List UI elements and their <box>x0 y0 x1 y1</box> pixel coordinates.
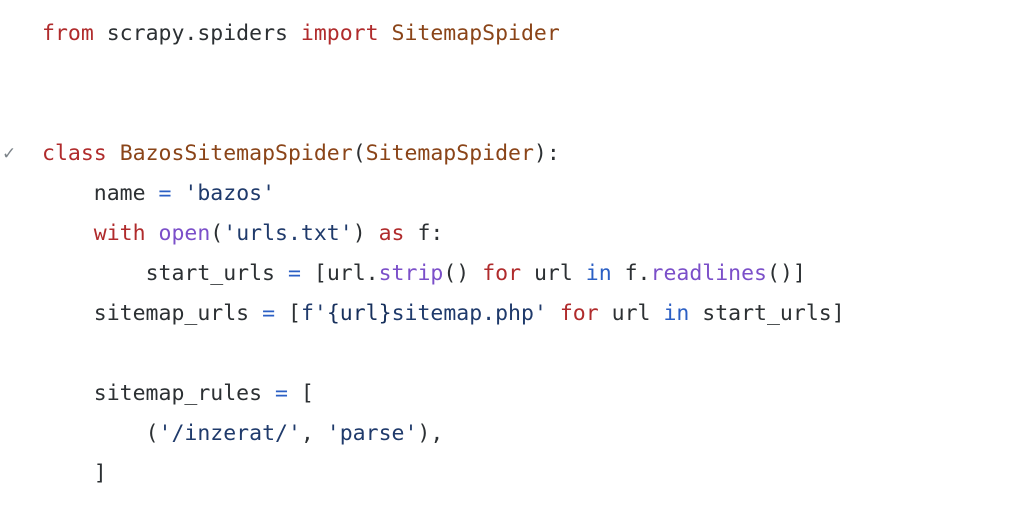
code-token-punct: ()] <box>767 261 806 286</box>
run-class-checkmark[interactable]: ✓ <box>2 134 28 174</box>
code-token-op: = <box>262 301 276 326</box>
code-token-builtin: readlines <box>650 261 768 286</box>
code-token-op: = <box>287 261 301 286</box>
code-line[interactable]: ('/inzerat/', 'parse'), <box>0 414 1022 454</box>
code-token-kw: class <box>42 141 107 166</box>
code-token-plain: scrapy.spiders <box>106 21 288 46</box>
code-line[interactable]: sitemap_urls = [f'{url}sitemap.php' for … <box>0 294 1022 334</box>
code-token-class: BazosSitemapSpider <box>119 141 353 166</box>
code-editor[interactable]: from scrapy.spiders import SitemapSpider… <box>0 0 1022 516</box>
code-token-builtin: strip <box>378 261 444 286</box>
code-line-text: ] <box>42 461 107 486</box>
code-token-plain: sitemap_rules <box>93 381 263 406</box>
code-token-op: = <box>275 381 288 406</box>
code-token-punct: ): <box>533 141 560 166</box>
code-line[interactable] <box>0 54 1022 94</box>
code-token-plain: f. <box>611 261 651 286</box>
code-token-plain: [url. <box>313 261 379 286</box>
code-token-str: 'parse' <box>326 421 418 446</box>
code-lines-container[interactable]: from scrapy.spiders import SitemapSpider… <box>0 14 1022 494</box>
code-token-op: in <box>585 261 612 286</box>
code-token-punct: , <box>300 421 327 446</box>
code-token-str: sitemap.php' <box>391 301 547 326</box>
code-token-str: 'urls.txt' <box>223 221 353 246</box>
code-token-kw: for <box>559 301 599 326</box>
code-token-punct: ] <box>93 461 107 486</box>
code-line[interactable]: ] <box>0 454 1022 494</box>
code-line-text: from scrapy.spiders import SitemapSpider <box>42 21 560 46</box>
code-token-kw: import <box>300 21 379 46</box>
code-token-builtin: open <box>158 221 211 246</box>
code-token-plain: start_urls] <box>689 301 845 326</box>
code-line[interactable]: start_urls = [url.strip() for url in f.r… <box>0 254 1022 294</box>
code-line[interactable] <box>0 334 1022 374</box>
code-token-plain: start_urls <box>145 261 276 286</box>
code-token-op: = <box>158 181 172 206</box>
code-line-text: with open('urls.txt') as f: <box>42 221 444 246</box>
code-line-text: sitemap_urls = [f'{url}sitemap.php' for … <box>42 301 845 326</box>
code-line[interactable]: ✓ class BazosSitemapSpider(SitemapSpider)… <box>0 134 1022 174</box>
code-token-str: f' <box>300 301 327 326</box>
code-token-punct: ( <box>210 221 224 246</box>
code-token-punct: ), <box>417 421 444 446</box>
code-token-plain: url <box>598 301 664 326</box>
code-token-punct: ( <box>352 141 366 166</box>
code-token-punct: [ <box>300 381 314 406</box>
code-token-kw: from <box>42 21 94 46</box>
code-token-plain: sitemap_urls <box>93 301 250 326</box>
code-token-plain: name <box>93 181 146 206</box>
code-token-kw: with <box>93 221 146 246</box>
code-line-text: name = 'bazos' <box>42 181 275 206</box>
code-line[interactable]: from scrapy.spiders import SitemapSpider <box>0 14 1022 54</box>
code-token-kw: as <box>378 221 405 246</box>
code-token-punct: ) <box>352 221 366 246</box>
code-token-plain: f: <box>417 221 444 246</box>
code-token-kw: for <box>482 261 522 286</box>
code-line[interactable] <box>0 94 1022 134</box>
code-token-class: SitemapSpider <box>365 141 534 166</box>
code-token-op: in <box>663 301 690 326</box>
code-token-plain: url <box>521 261 586 286</box>
code-line-text: class BazosSitemapSpider(SitemapSpider): <box>42 141 560 166</box>
code-line[interactable]: with open('urls.txt') as f: <box>0 214 1022 254</box>
code-token-class: SitemapSpider <box>391 21 560 46</box>
code-token-str: 'bazos' <box>184 181 276 206</box>
code-line-text: start_urls = [url.strip() for url in f.r… <box>42 261 806 286</box>
code-token-interp: {url} <box>326 301 392 326</box>
code-token-punct: ( <box>145 421 159 446</box>
code-line[interactable]: sitemap_rules = [ <box>0 374 1022 414</box>
code-line[interactable]: name = 'bazos' <box>0 174 1022 214</box>
code-token-punct: [ <box>287 301 301 326</box>
code-line-text: ('/inzerat/', 'parse'), <box>42 421 444 446</box>
code-line-text: sitemap_rules = [ <box>42 381 314 406</box>
code-token-punct: () <box>443 261 470 286</box>
code-token-str: '/inzerat/' <box>158 421 301 446</box>
